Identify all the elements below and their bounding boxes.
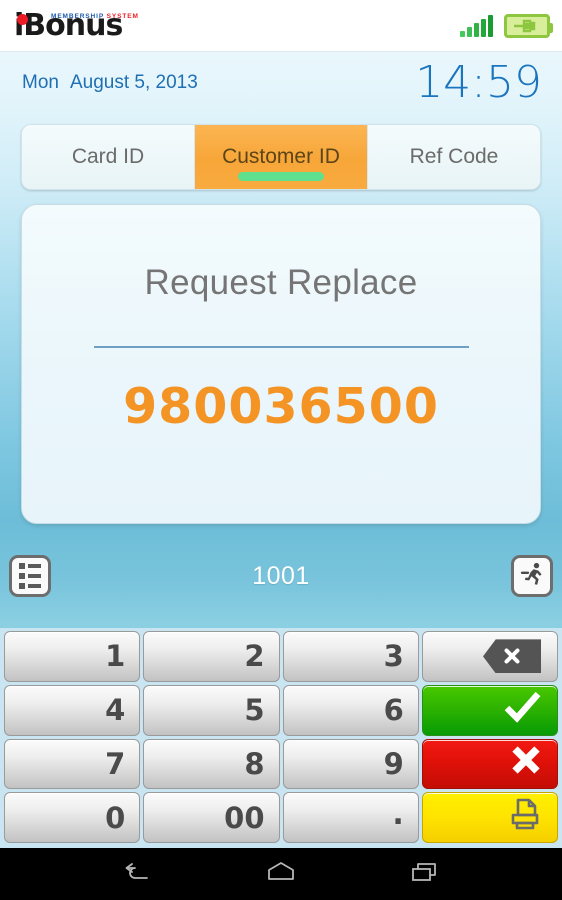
backspace-icon: [483, 639, 541, 674]
tab-ref-code-label: Ref Code: [409, 145, 499, 168]
logo-tagline: MEMBERSHIP SYSTEM: [51, 13, 139, 20]
numeric-keypad: 1 2 3 4 5 6 7 8 9 0 00 .: [0, 628, 562, 848]
current-date: Mon August 5, 2013: [22, 72, 198, 94]
system-status-icons: [460, 13, 553, 38]
key-4[interactable]: 4: [4, 684, 141, 736]
terminal-id-value: 1001: [252, 561, 310, 590]
cross-icon: [509, 743, 543, 784]
android-navigation-bar: [0, 848, 562, 900]
nav-back-button[interactable]: [117, 857, 157, 891]
checkmark-icon: [503, 690, 543, 731]
key-dot[interactable]: .: [282, 792, 419, 843]
signal-bars-icon: [460, 14, 493, 37]
logo-dot-icon: [17, 13, 28, 25]
date-time-bar: Mon August 5, 2013 14:59: [0, 52, 562, 114]
key-6[interactable]: 6: [282, 684, 419, 736]
tab-active-indicator: [238, 172, 324, 181]
key-backspace[interactable]: [421, 631, 558, 682]
mode-tab-bar: Card ID Customer ID Ref Code: [21, 124, 541, 190]
card-title: Request Replace: [144, 263, 418, 302]
back-arrow-icon: [122, 860, 152, 889]
current-time: 14:59: [415, 57, 542, 108]
logo-tagline-membership: MEMBERSHIP: [51, 12, 104, 20]
keypad-row: 1 2 3: [4, 631, 558, 682]
key-5[interactable]: 5: [143, 684, 280, 736]
home-icon: [265, 861, 297, 888]
list-icon: [19, 563, 41, 589]
card-value: 980036500: [123, 378, 439, 435]
key-3[interactable]: 3: [282, 631, 419, 682]
app-main-body: Mon August 5, 2013 14:59 Card ID Customer…: [0, 52, 562, 628]
transaction-list-button[interactable]: [9, 555, 51, 597]
recent-apps-icon: [411, 860, 439, 889]
key-2[interactable]: 2: [143, 631, 280, 682]
app-title-bar: iBonus MEMBERSHIP SYSTEM: [0, 0, 562, 52]
tab-card-id[interactable]: Card ID: [22, 125, 195, 189]
battery-charging-icon: [504, 13, 553, 38]
key-cancel[interactable]: [421, 738, 558, 790]
nav-recents-button[interactable]: [405, 857, 445, 891]
printer-icon: [507, 796, 543, 839]
tab-customer-id-label: Customer ID: [222, 145, 340, 168]
logo-tagline-system: SYSTEM: [106, 12, 139, 20]
nav-home-button[interactable]: [261, 857, 301, 891]
key-0[interactable]: 0: [4, 792, 141, 843]
running-man-icon: [519, 561, 545, 592]
status-strip: 1001: [0, 524, 562, 628]
keypad-row: 7 8 9: [4, 738, 558, 790]
key-7[interactable]: 7: [4, 738, 141, 790]
keypad-row: 4 5 6: [4, 684, 558, 736]
key-00[interactable]: 00: [143, 792, 280, 843]
tab-ref-code[interactable]: Ref Code: [368, 125, 540, 189]
transaction-card: Request Replace 980036500: [21, 204, 541, 524]
device-screen: iBonus MEMBERSHIP SYSTEM Mon August 5, 20…: [0, 0, 562, 900]
key-print[interactable]: [421, 792, 558, 843]
date-value: August 5, 2013: [69, 72, 198, 93]
exit-button[interactable]: [511, 555, 553, 597]
key-9[interactable]: 9: [282, 738, 419, 790]
tab-customer-id[interactable]: Customer ID: [195, 125, 368, 189]
key-8[interactable]: 8: [143, 738, 280, 790]
ibonus-logo: iBonus MEMBERSHIP SYSTEM: [14, 10, 138, 41]
key-confirm[interactable]: [421, 684, 558, 736]
keypad-row: 0 00 .: [4, 792, 558, 843]
key-1[interactable]: 1: [4, 631, 141, 682]
card-divider: [93, 346, 469, 348]
tab-card-id-label: Card ID: [71, 145, 145, 168]
day-of-week: Mon: [22, 72, 59, 93]
